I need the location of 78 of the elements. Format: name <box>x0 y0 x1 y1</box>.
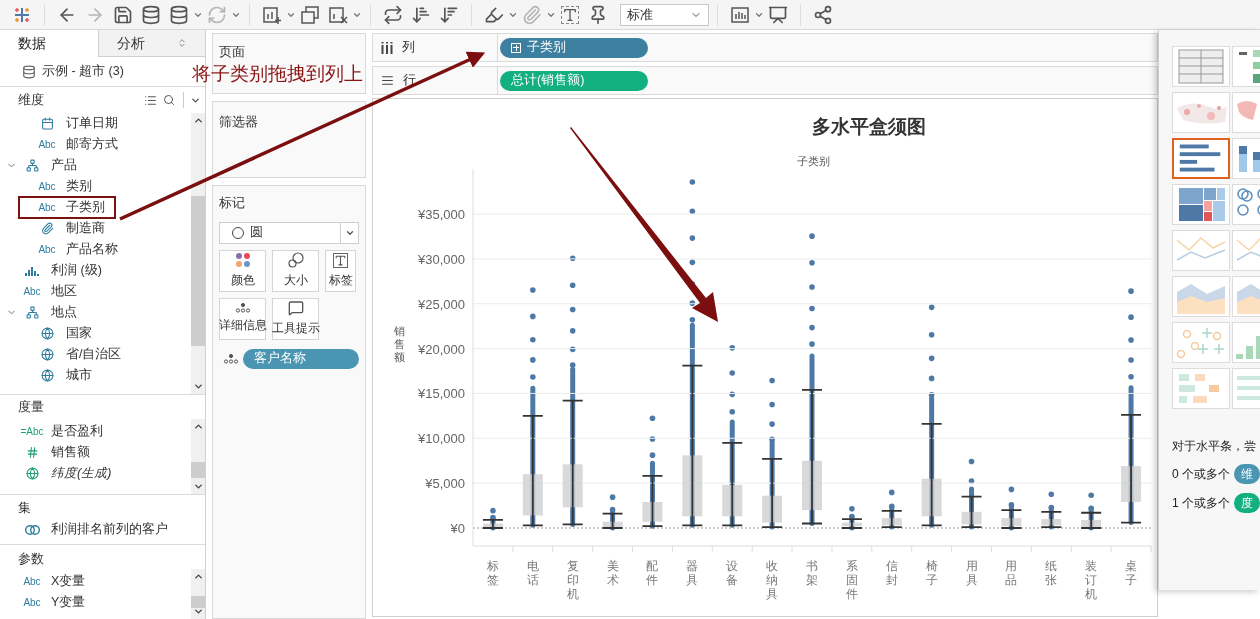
field-item[interactable]: Abc Y变量 <box>4 592 96 613</box>
chart-title: 多水平盒须图 <box>812 116 926 137</box>
x-tick-label: 配件 <box>646 558 659 587</box>
type-label: Abc <box>23 286 41 297</box>
shelf[interactable]: 列 子类别 <box>372 33 1158 62</box>
field-item[interactable]: Abc 地区 <box>4 281 87 302</box>
field-item[interactable]: Abc 类别 <box>19 176 102 197</box>
field-item[interactable]: 省/自治区 <box>19 344 132 365</box>
section-title: 集 <box>18 499 31 518</box>
y-tick-label: ¥5,000 <box>425 476 465 492</box>
x-tick-label: 复印机 <box>566 558 579 601</box>
x-tick-label: 收纳具 <box>766 558 779 601</box>
field-item[interactable]: Abc 产品名称 <box>19 239 128 260</box>
mark-property-button[interactable]: 大小 <box>272 249 319 292</box>
field-item[interactable]: 产品 <box>4 155 87 176</box>
field-item[interactable]: 国家 <box>19 323 102 344</box>
x-tick-label: 电话 <box>526 558 539 587</box>
y-tick-label: ¥0 <box>450 521 465 536</box>
mark-property-button[interactable]: 工具提示 <box>272 297 319 340</box>
field-item[interactable]: 销售额 <box>4 442 100 463</box>
field-type-pill: 维 <box>1234 464 1260 484</box>
y-tick-label: ¥30,000 <box>418 251 465 267</box>
x-tick-label: 标签 <box>486 558 499 587</box>
mark-property-button[interactable]: 标签 <box>325 249 356 292</box>
x-tick-label: 用具 <box>965 558 978 587</box>
x-tick-label: 装订机 <box>1085 558 1098 601</box>
field-item[interactable]: 利润排名前列的客户 <box>4 519 178 540</box>
mark-type-dropdown[interactable]: 圆 <box>219 221 359 244</box>
x-tick-label: 美术 <box>606 558 619 587</box>
y-axis-title: 销售额 <box>393 325 405 363</box>
x-tick-label: 器具 <box>686 558 699 587</box>
card-title: 筛选器 <box>219 115 258 129</box>
type-label: Abc <box>38 202 56 213</box>
x-tick-label: 桌子 <box>1125 558 1138 587</box>
field-item[interactable]: 纬度(生成) <box>4 463 122 484</box>
section-title: 度量 <box>18 398 44 417</box>
card-title: 标记 <box>219 195 246 212</box>
type-label: Abc <box>38 244 56 255</box>
type-label: Abc <box>38 139 56 150</box>
y-tick-label: ¥10,000 <box>418 431 465 447</box>
requirement-text: 1 个或多个 <box>1172 495 1230 512</box>
mark-property-button[interactable]: 详细信息 <box>219 297 266 340</box>
field-item[interactable]: 地点 <box>4 302 87 323</box>
fit-select[interactable]: 标准 <box>620 3 709 26</box>
field-item[interactable]: 利润 (级) <box>4 260 112 281</box>
field-item[interactable]: Abc 子类别 <box>19 197 115 218</box>
x-axis-title: 子类别 <box>796 155 830 167</box>
field-item[interactable]: Abc 邮寄方式 <box>19 134 128 155</box>
shelf-label: 列 <box>402 39 415 57</box>
y-tick-label: ¥35,000 <box>418 207 465 222</box>
requirement-text: 0 个或多个 <box>1172 466 1230 483</box>
field-type-pill: 度 <box>1234 493 1260 513</box>
section-title: 维度 <box>18 91 45 110</box>
hint-text: 对于水平条，尝 <box>1172 438 1257 455</box>
card-title: 页面 <box>219 45 245 59</box>
field-item[interactable]: 制造商 <box>19 218 115 239</box>
section-title: 参数 <box>18 550 44 569</box>
x-tick-label: 系固件 <box>845 558 858 601</box>
x-tick-label: 纸张 <box>1045 558 1058 587</box>
field-item[interactable]: 订单日期 <box>19 113 128 134</box>
x-tick-label: 椅子 <box>925 558 938 587</box>
y-tick-label: ¥15,000 <box>418 386 465 402</box>
type-label: Abc <box>23 597 41 608</box>
y-tick-label: ¥20,000 <box>418 341 465 357</box>
field-item[interactable]: =Abc 是否盈利 <box>4 421 113 442</box>
field-item[interactable]: 城市 <box>19 365 102 386</box>
field-item[interactable]: Abc X变量 <box>4 571 96 592</box>
field-pill[interactable]: 子类别 <box>500 37 648 58</box>
panel-tab[interactable]: 分析 <box>98 30 205 57</box>
x-tick-label: 书架 <box>806 558 818 587</box>
type-label: =Abc <box>20 426 44 437</box>
type-label: Abc <box>38 181 56 192</box>
y-tick-label: ¥25,000 <box>418 296 465 312</box>
x-tick-label: 用品 <box>1005 558 1018 587</box>
x-tick-label: 信封 <box>885 558 898 587</box>
mark-property-button[interactable]: 颜色 <box>219 249 266 292</box>
type-label: Abc <box>23 576 41 587</box>
x-tick-label: 设备 <box>726 558 739 587</box>
